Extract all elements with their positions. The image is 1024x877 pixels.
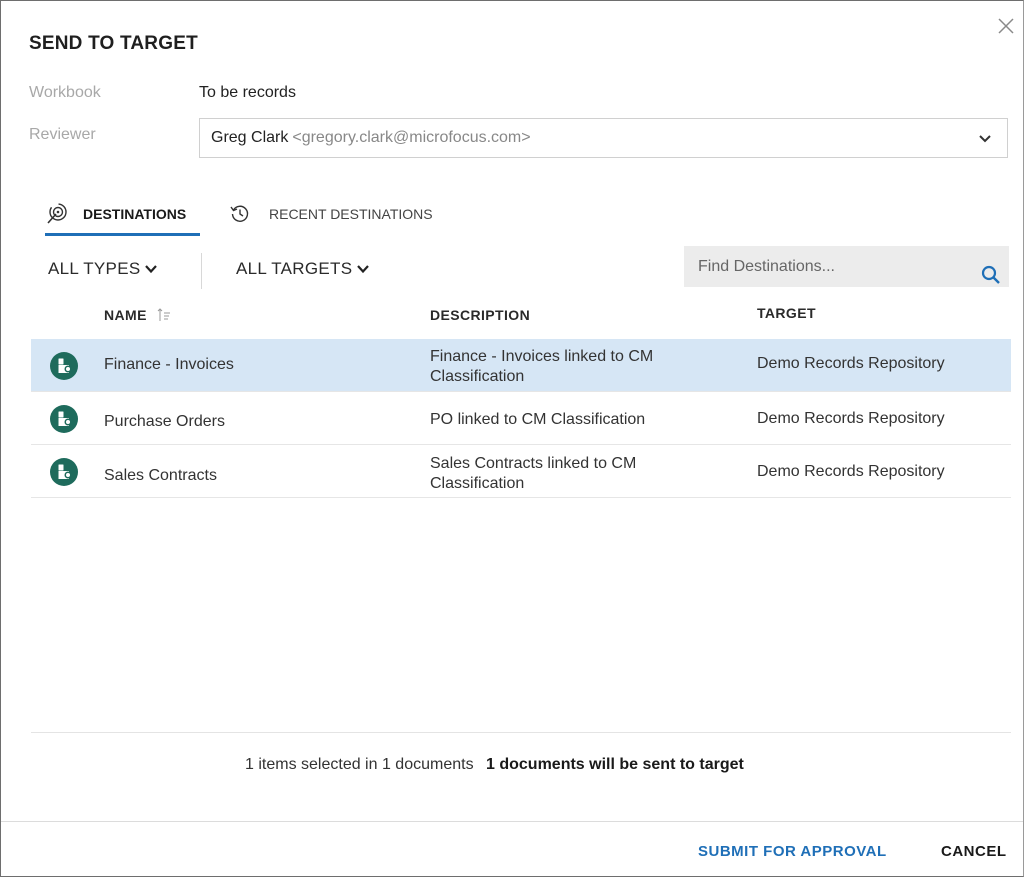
column-header-description[interactable]: DESCRIPTION xyxy=(430,307,530,323)
all-targets-filter[interactable]: ALL TARGETS xyxy=(236,259,370,279)
all-types-filter[interactable]: ALL TYPES xyxy=(48,259,158,279)
chevron-down-icon xyxy=(145,265,158,274)
all-targets-label: ALL TARGETS xyxy=(236,259,353,278)
active-tab-indicator xyxy=(45,233,200,236)
column-name-label: NAME xyxy=(104,307,147,323)
find-destinations-search xyxy=(684,246,1009,287)
cancel-button[interactable]: CANCEL xyxy=(941,843,1007,860)
chevron-down-icon xyxy=(357,265,370,274)
selection-status: 1 items selected in 1 documents 1 docume… xyxy=(245,756,744,774)
row-description: Finance - Invoices linked to CM Classifi… xyxy=(430,348,654,385)
filter-divider xyxy=(201,253,202,289)
submit-for-approval-button[interactable]: SUBMIT FOR APPROVAL xyxy=(698,843,887,860)
row-target: Demo Records Repository xyxy=(757,355,945,372)
column-header-name[interactable]: NAME xyxy=(104,307,171,323)
records-classification-icon xyxy=(50,405,78,433)
table-row[interactable]: Finance - Invoices Finance - Invoices li… xyxy=(31,339,1011,392)
table-row[interactable]: Purchase Orders PO linked to CM Classifi… xyxy=(31,392,1011,445)
reviewer-select[interactable]: Greg Clark <gregory.clark@microfocus.com… xyxy=(199,118,1008,158)
row-description: Sales Contracts linked to CM Classificat… xyxy=(430,455,637,492)
sort-ascending-icon[interactable] xyxy=(157,308,171,322)
all-types-label: ALL TYPES xyxy=(48,259,141,278)
records-classification-icon xyxy=(50,352,78,380)
history-icon xyxy=(230,205,249,222)
row-description: PO linked to CM Classification xyxy=(430,411,646,428)
records-classification-icon xyxy=(50,458,78,486)
tab-destinations[interactable]: DESTINATIONS xyxy=(45,193,186,235)
workbook-value: To be records xyxy=(199,84,296,101)
workbook-label: Workbook xyxy=(29,84,101,101)
row-name: Sales Contracts xyxy=(104,467,217,484)
row-target: Demo Records Repository xyxy=(757,463,945,480)
table-header: NAME DESCRIPTION TARGET xyxy=(31,299,1011,339)
selection-count-text: 1 items selected in 1 documents xyxy=(245,756,474,773)
chevron-down-icon xyxy=(979,135,991,143)
row-name: Finance - Invoices xyxy=(104,356,234,373)
reviewer-name: Greg Clark xyxy=(211,129,289,146)
row-name: Purchase Orders xyxy=(104,413,225,430)
table-row[interactable]: Sales Contracts Sales Contracts linked t… xyxy=(31,445,1011,498)
column-target-label: TARGET xyxy=(757,305,816,321)
reviewer-label: Reviewer xyxy=(29,126,96,143)
tab-recent-destinations-label: RECENT DESTINATIONS xyxy=(269,206,433,222)
search-icon[interactable] xyxy=(981,265,1001,285)
column-header-target[interactable]: TARGET xyxy=(757,305,816,321)
dialog-title: SEND TO TARGET xyxy=(29,33,198,54)
search-input[interactable] xyxy=(684,246,974,287)
close-icon[interactable] xyxy=(995,15,1017,37)
column-description-label: DESCRIPTION xyxy=(430,307,531,323)
tab-destinations-label: DESTINATIONS xyxy=(83,206,187,222)
destinations-icon xyxy=(47,203,67,224)
row-target: Demo Records Repository xyxy=(757,410,945,427)
table-footer-divider xyxy=(31,732,1011,733)
dialog-footer-divider xyxy=(1,821,1023,822)
reviewer-email: <gregory.clark@microfocus.com> xyxy=(292,129,531,146)
send-to-target-dialog: SEND TO TARGET Workbook To be records Re… xyxy=(0,0,1024,877)
send-summary-text: 1 documents will be sent to target xyxy=(486,756,744,773)
tab-recent-destinations[interactable]: RECENT DESTINATIONS xyxy=(229,193,433,235)
